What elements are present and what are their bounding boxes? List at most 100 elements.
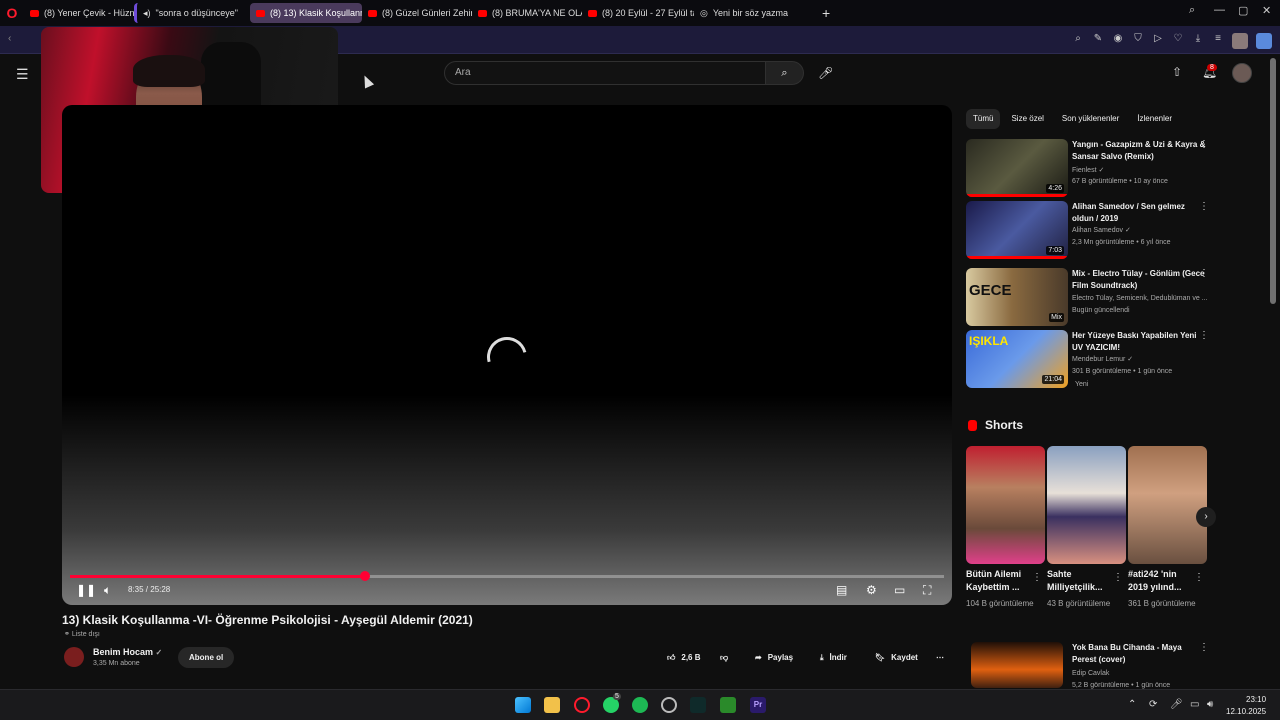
search-tabs-icon[interactable]: ⌕ xyxy=(1189,4,1195,17)
user-avatar[interactable] xyxy=(1232,63,1252,83)
more-options-icon[interactable]: ⋮ xyxy=(1194,572,1204,583)
progress-scrubber[interactable] xyxy=(359,571,370,581)
maximize-button[interactable]: ▢ xyxy=(1238,4,1248,17)
tab-1[interactable]: (8) Yener Çevik - Hüznü Hz xyxy=(24,3,134,23)
close-button[interactable]: ✕ xyxy=(1262,4,1271,17)
video-player[interactable]: ❚❚ 🔈︎ 8:35 / 25:28 ▤ ⚙ ▭ ⛶ xyxy=(62,105,952,605)
more-options-icon[interactable]: ⋮ xyxy=(1032,572,1042,583)
hamburger-menu-icon[interactable]: ☰ xyxy=(16,66,29,83)
video-thumbnail[interactable]: GECE Mix xyxy=(966,268,1068,326)
more-actions-icon[interactable]: ⋯ xyxy=(936,647,944,668)
microphone-tray-icon[interactable]: 🎤︎ xyxy=(1170,699,1183,710)
channel-avatar[interactable] xyxy=(64,647,84,667)
tab-4[interactable]: (8) Güzel Günleri Zehir Ed xyxy=(362,3,472,23)
related-video[interactable]: IŞIKLA 21:04 Her Yüzeye Baskı Yapabilen … xyxy=(966,330,1216,388)
tab-5[interactable]: (8) BRUMA'YA NE OLACAK xyxy=(472,3,582,23)
upload-icon[interactable]: ⇧ xyxy=(1172,65,1182,79)
page-scrollbar[interactable] xyxy=(1270,58,1276,304)
heart-icon[interactable]: ♡ xyxy=(1172,33,1184,49)
dislike-button[interactable]: 👎︎ xyxy=(720,647,728,668)
sync-icon[interactable]: ⟳ xyxy=(1149,699,1157,710)
play-icon[interactable]: ▷ xyxy=(1152,33,1164,49)
opera-browser-icon[interactable] xyxy=(574,697,590,713)
video-title[interactable]: Mix - Electro Tülay - Gönlüm (Gece Film … xyxy=(1072,268,1207,292)
spotify-icon[interactable] xyxy=(632,697,648,713)
search-icon[interactable]: ⌕ xyxy=(1072,33,1084,49)
back-icon[interactable]: ‹ xyxy=(8,33,11,44)
video-title[interactable]: Her Yüzeye Baskı Yapabilen Yeni UV YAZIC… xyxy=(1072,330,1207,354)
profile-avatar[interactable] xyxy=(1232,33,1248,49)
search-input[interactable]: Ara xyxy=(444,61,766,85)
short-thumbnail[interactable] xyxy=(1047,446,1126,564)
share-button[interactable]: ➦ Paylaş xyxy=(755,647,793,668)
volume-icon[interactable]: 🔈︎ xyxy=(104,583,111,598)
tab-label: Yeni bir söz yazma xyxy=(712,8,789,18)
download-button[interactable]: ⤓ İndir xyxy=(820,647,847,668)
media-player-icon[interactable] xyxy=(720,697,736,713)
extensions-icon[interactable] xyxy=(1256,33,1272,49)
related-video[interactable]: GECE Mix Mix - Electro Tülay - Gönlüm (G… xyxy=(966,268,1216,326)
chip-for-you[interactable]: Size özel xyxy=(1004,109,1050,129)
menu-icon[interactable]: ≡ xyxy=(1212,33,1224,49)
tab-2[interactable]: ◂) "sonra o düşünceye" xyxy=(134,3,250,23)
video-thumbnail[interactable]: 4:26 xyxy=(966,139,1068,197)
tray-expand-icon[interactable]: ⌃ xyxy=(1128,699,1136,710)
steam-icon[interactable] xyxy=(661,697,677,713)
thumbs-up-icon: 👍︎ xyxy=(667,653,676,662)
shorts-next-button[interactable]: › xyxy=(1196,507,1216,527)
system-clock[interactable]: 23:10 12.10.2025 xyxy=(1226,694,1266,718)
thumbnail-text: GECE xyxy=(969,282,1012,299)
more-options-icon[interactable]: ⋮ xyxy=(1199,139,1209,150)
short-title[interactable]: #ati242 'nin 2019 yılınd... xyxy=(1128,568,1194,594)
chip-watched[interactable]: İzlenenler xyxy=(1130,109,1179,129)
short-title[interactable]: Bütün Ailemi Kaybettim ... xyxy=(966,568,1032,594)
search-button[interactable]: ⌕ xyxy=(766,61,804,85)
chip-recent[interactable]: Son yüklenenler xyxy=(1055,109,1126,129)
new-tab-button[interactable]: + xyxy=(822,5,830,21)
tab-7[interactable]: ◎ Yeni bir söz yazma xyxy=(694,3,804,23)
more-options-icon[interactable]: ⋮ xyxy=(1199,330,1209,341)
more-options-icon[interactable]: ⋮ xyxy=(1199,642,1209,653)
pause-icon[interactable]: ❚❚ xyxy=(76,583,96,597)
like-button[interactable]: 👍︎ 2,6 B xyxy=(667,647,701,668)
edit-icon[interactable]: ✎ xyxy=(1092,33,1104,49)
short-title[interactable]: Sahte Milliyetçilik... xyxy=(1047,568,1113,594)
video-title[interactable]: Yok Bana Bu Cihanda - Maya Perest (cover… xyxy=(1072,642,1207,666)
short-thumbnail[interactable] xyxy=(1128,446,1207,564)
progress-bar[interactable] xyxy=(70,571,944,581)
microphone-icon[interactable]: 🎤︎ xyxy=(818,66,833,80)
video-thumbnail[interactable]: IŞIKLA 21:04 xyxy=(966,330,1068,388)
fullscreen-icon[interactable]: ⛶ xyxy=(923,583,931,598)
video-thumbnail[interactable] xyxy=(971,642,1063,688)
more-options-icon[interactable]: ⋮ xyxy=(1113,572,1123,583)
video-thumbnail[interactable]: 7:03 xyxy=(966,201,1068,259)
volume-tray-icon[interactable]: 🔊︎ xyxy=(1207,699,1213,710)
short-thumbnail[interactable] xyxy=(966,446,1045,564)
more-options-icon[interactable]: ⋮ xyxy=(1199,201,1209,212)
network-icon[interactable]: ▭ xyxy=(1190,699,1199,710)
captions-icon[interactable]: ▤ xyxy=(836,583,847,597)
tab-3-active[interactable]: (8) 13) Klasik Koşullanma xyxy=(250,3,362,23)
save-button[interactable]: 🔖︎ Kaydet xyxy=(875,647,918,668)
channel-name[interactable]: Benim Hocam ✓ xyxy=(93,647,162,657)
theater-mode-icon[interactable]: ▭ xyxy=(894,583,905,597)
download-icon[interactable]: ⤓ xyxy=(1192,33,1204,49)
windows-start-icon[interactable] xyxy=(515,697,531,713)
opera-icon[interactable]: O xyxy=(0,0,24,26)
camera-icon[interactable]: ◉ xyxy=(1112,33,1124,49)
related-video[interactable]: 7:03 Alihan Samedov / Sen gelmez oldun /… xyxy=(966,201,1216,259)
tab-6[interactable]: (8) 20 Eylül - 27 Eylül tarih xyxy=(582,3,694,23)
video-title[interactable]: Alihan Samedov / Sen gelmez oldun / 2019 xyxy=(1072,201,1207,225)
chip-all[interactable]: Tümü xyxy=(966,109,1001,129)
related-video[interactable]: 4:26 Yangın - Gazapizm & Uzi & Kayra & S… xyxy=(966,139,1216,197)
subscribe-button[interactable]: Abone ol xyxy=(178,647,235,668)
minimize-button[interactable]: — xyxy=(1214,4,1225,16)
terminal-icon[interactable] xyxy=(690,697,706,713)
file-explorer-icon[interactable] xyxy=(544,697,560,713)
download-icon: ⤓ xyxy=(820,653,824,662)
video-title[interactable]: Yangın - Gazapizm & Uzi & Kayra & Sansar… xyxy=(1072,139,1207,163)
premiere-pro-icon[interactable]: Pr xyxy=(750,697,766,713)
more-options-icon[interactable]: ⋮ xyxy=(1199,268,1209,279)
settings-gear-icon[interactable]: ⚙ xyxy=(866,583,877,597)
shield-icon[interactable]: ⛉ xyxy=(1132,33,1144,49)
